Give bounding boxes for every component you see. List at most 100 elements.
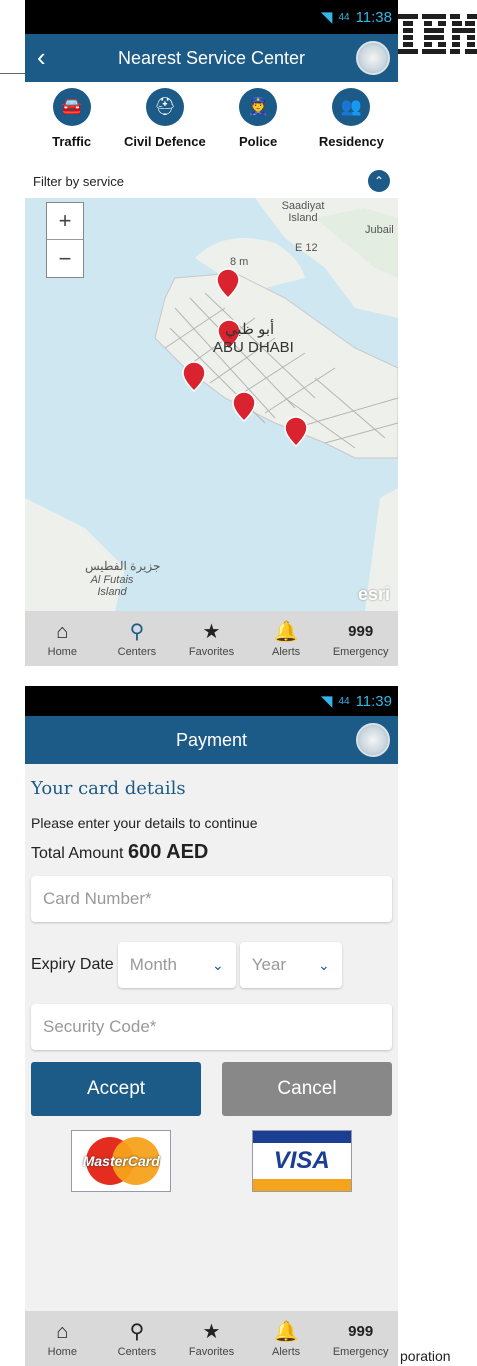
wifi-icon: ◥ [320, 9, 333, 26]
service-label: Police [238, 134, 278, 149]
map-label-futais-en: Al Futais Island [90, 574, 134, 598]
total-amount: Total Amount 600 AED [31, 841, 392, 864]
status-bar: ◥ 44 11:39 [25, 686, 398, 716]
filter-label: Filter by service [33, 173, 125, 189]
nav-home[interactable]: ⌂ Home [27, 620, 97, 658]
nav-label: Emergency [332, 645, 389, 658]
visa-text: VISA [273, 1147, 330, 1174]
bell-icon: 🔔 [273, 620, 299, 643]
page-title: Payment [175, 729, 248, 750]
year-placeholder: Year [251, 955, 287, 974]
nav-label: Alerts [272, 645, 301, 658]
corner-text: poration [400, 1348, 451, 1364]
star-icon: ★ [202, 1320, 221, 1343]
app-bar: ‹ Nearest Service Center [25, 34, 398, 82]
map-attribution: esri [357, 584, 390, 604]
bell-icon: 🔔 [273, 1320, 299, 1343]
page-title: Nearest Service Center [117, 47, 306, 68]
chevron-down-icon: ⌄ [317, 956, 330, 973]
status-bar: ◥ 44 11:38 [25, 0, 398, 34]
nav-emergency[interactable]: 999 Emergency [326, 1320, 396, 1358]
total-label: Total Amount [31, 845, 124, 862]
total-value: 600 AED [127, 841, 209, 863]
zoom-out-button[interactable]: − [47, 240, 83, 277]
emergency-number: 999 [348, 1322, 374, 1340]
map-label-city-ar: أبو ظبي [225, 321, 275, 338]
filter-bar[interactable]: Filter by service ⌃ [25, 164, 398, 198]
nav-label: Favorites [188, 1345, 235, 1358]
service-selector: 🚘 Traffic ⛑ Civil Defence 👮 Police 👥 Res… [25, 82, 398, 164]
action-buttons: Accept Cancel [31, 1062, 392, 1116]
status-time: 11:39 [355, 692, 392, 710]
firefighter-icon: ⛑ [145, 88, 184, 126]
nav-centers[interactable]: ⚲ Centers [102, 1320, 172, 1358]
visa-logo: VISA [251, 1130, 352, 1192]
chevron-down-icon: ⌄ [211, 956, 224, 973]
location-pin-icon: ⚲ [129, 620, 145, 643]
year-select[interactable]: Year ⌄ [239, 942, 342, 988]
security-code-field[interactable]: Security Code* [31, 1004, 392, 1050]
service-center-map[interactable]: + − Saadiyat Island Jubail E 12 8 m أبو … [25, 198, 398, 611]
card-details-heading: Your card details [31, 778, 186, 799]
expiry-label: Expiry Date [31, 956, 114, 973]
payment-screen: ◥ 44 11:39 Payment Your card details Ple… [25, 686, 398, 1366]
nav-home[interactable]: ⌂ Home [27, 1320, 97, 1358]
mastercard-text: MasterCard [82, 1153, 160, 1169]
nav-alerts[interactable]: 🔔 Alerts [251, 620, 321, 658]
nav-centers[interactable]: ⚲ Centers [102, 620, 172, 658]
police-officer-icon: 👮 [239, 88, 278, 126]
nav-favorites[interactable]: ★ Favorites [176, 620, 246, 658]
map-label-futais-ar: جزيرة الفطيس [85, 559, 161, 573]
home-icon: ⌂ [56, 1320, 69, 1343]
instructions-text: Please enter your details to continue [31, 815, 258, 831]
map-label-jubail: Jubail [365, 224, 394, 236]
location-pin-icon: ⚲ [129, 1320, 145, 1343]
service-label: Traffic [52, 134, 92, 149]
card-number-field[interactable]: Card Number* [31, 876, 392, 922]
nav-label: Home [47, 1345, 77, 1358]
bottom-nav: ⌂ Home ⚲ Centers ★ Favorites 🔔 Alerts 999 Eme… [25, 611, 398, 666]
separator-line [0, 73, 25, 74]
bottom-nav: ⌂ Home ⚲ Centers ★ Favorites 🔔 Alerts 999 Eme… [25, 1311, 398, 1366]
app-bar: Payment [25, 716, 398, 764]
cancel-button[interactable]: Cancel [222, 1062, 392, 1116]
residency-icon: 👥 [332, 88, 371, 126]
service-label: Civil Defence [124, 134, 206, 149]
service-civil-defence[interactable]: ⛑ Civil Defence [120, 88, 210, 164]
nearest-service-screen: ◥ 44 11:38 ‹ Nearest Service Center 🚘 Tr… [25, 0, 398, 666]
nav-label: Centers [117, 1345, 157, 1358]
chevron-up-icon[interactable]: ⌃ [368, 170, 390, 192]
ibm-logo [398, 14, 477, 54]
service-traffic[interactable]: 🚘 Traffic [27, 88, 117, 164]
nav-favorites[interactable]: ★ Favorites [176, 1320, 246, 1358]
nav-label: Favorites [188, 645, 235, 658]
map-label-distance: 8 m [230, 256, 249, 268]
nav-label: Centers [117, 645, 157, 658]
map-label-e12: E 12 [295, 242, 318, 254]
service-police[interactable]: 👮 Police [213, 88, 303, 164]
nav-alerts[interactable]: 🔔 Alerts [251, 1320, 321, 1358]
card-logos: MasterCard VISA [31, 1130, 392, 1192]
signal-label: 44 [338, 11, 350, 23]
map-label-saadiyat: Saadiyat Island [281, 200, 325, 224]
signal-label: 44 [338, 695, 350, 707]
mastercard-logo: MasterCard [71, 1130, 172, 1192]
expiry-row: Expiry Date Month ⌄ Year ⌄ [31, 942, 392, 988]
zoom-in-button[interactable]: + [47, 203, 83, 240]
nav-label: Home [47, 645, 77, 658]
nav-emergency[interactable]: 999 Emergency [326, 620, 396, 658]
service-residency[interactable]: 👥 Residency [306, 88, 396, 164]
service-label: Residency [318, 134, 384, 149]
emblem-logo [356, 723, 390, 757]
zoom-control: + − [46, 202, 84, 278]
status-time: 11:38 [355, 8, 392, 26]
emergency-number: 999 [348, 622, 374, 640]
accept-button[interactable]: Accept [31, 1062, 201, 1116]
payment-form: Your card details Please enter your deta… [25, 778, 398, 1192]
month-placeholder: Month [129, 955, 177, 974]
month-select[interactable]: Month ⌄ [117, 942, 236, 988]
star-icon: ★ [202, 620, 221, 643]
emblem-logo [356, 41, 390, 75]
map-label-city-en: ABU DHABI [213, 339, 294, 356]
home-icon: ⌂ [56, 620, 69, 643]
